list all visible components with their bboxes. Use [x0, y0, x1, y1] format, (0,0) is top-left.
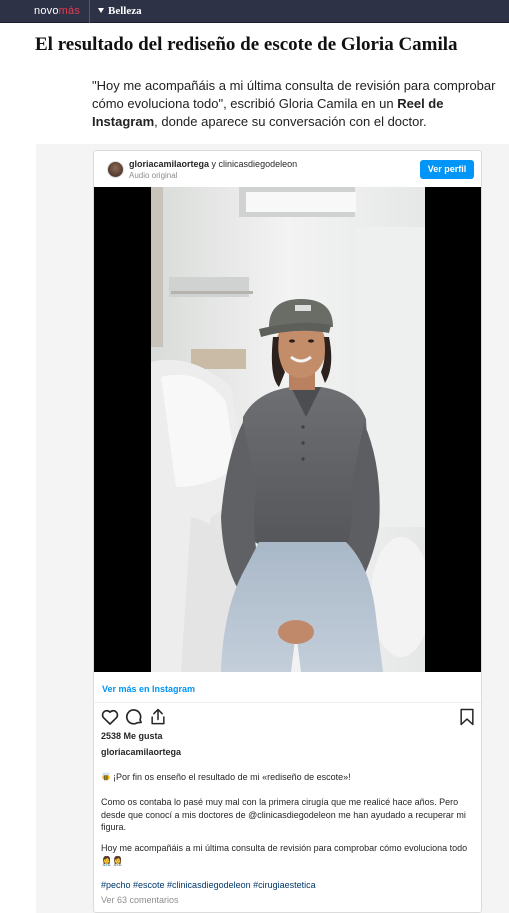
user-link-1[interactable]: gloriacamilaortega	[129, 159, 209, 169]
embed-divider	[94, 702, 481, 703]
section-menu[interactable]: Belleza	[98, 5, 142, 18]
article-intro: "Hoy me acompañáis a mi última consulta …	[92, 77, 502, 131]
article-headline: El resultado del rediseño de escote de G…	[35, 34, 458, 55]
caption-text-1: ¡Por fin os enseño el resultado de mi «r…	[113, 772, 351, 782]
logo-text-novo: novo	[34, 5, 59, 17]
caption-paragraph-2: Como os contaba lo pasé muy mal con la p…	[101, 797, 466, 832]
action-bar	[100, 707, 477, 729]
site-header: novomás Belleza	[0, 0, 509, 23]
bookmark-icon[interactable]	[457, 707, 477, 727]
reel-thumbnail	[151, 187, 425, 672]
caret-down-icon	[98, 8, 104, 13]
reel-video[interactable]	[94, 187, 481, 672]
caption-hashtags[interactable]: #pecho #escote #clinicasdiegodeleon #cir…	[101, 879, 471, 892]
audio-label[interactable]: Audio original	[129, 171, 177, 181]
site-logo[interactable]: novomás	[34, 5, 80, 18]
share-icon[interactable]	[148, 707, 168, 727]
heart-icon[interactable]	[100, 707, 120, 727]
intro-text-2: , donde aparece su conversación con el d…	[154, 114, 427, 129]
avatar[interactable]	[107, 161, 124, 178]
users-and: y	[209, 159, 219, 169]
view-more-instagram-link[interactable]: Ver más en Instagram	[102, 683, 195, 695]
embed-header: gloriacamilaortega y clinicasdiegodeleon…	[94, 151, 481, 188]
instagram-embed: gloriacamilaortega y clinicasdiegodeleon…	[93, 150, 482, 913]
header-divider	[89, 0, 90, 23]
embed-users: gloriacamilaortega y clinicasdiegodeleon	[129, 159, 297, 170]
post-username[interactable]: gloriacamilaortega	[101, 747, 181, 758]
user-link-2[interactable]: clinicasdiegodeleon	[219, 159, 298, 169]
bee-icon	[102, 772, 110, 781]
comment-icon[interactable]	[124, 707, 144, 727]
likes-count[interactable]: 2538 Me gusta	[101, 731, 163, 742]
section-label: Belleza	[108, 5, 142, 17]
logo-text-mas: más	[58, 5, 81, 17]
caption-paragraph-3: Hoy me acompañáis a mi última consulta d…	[101, 843, 468, 866]
view-comments-link[interactable]: Ver 63 comentarios	[101, 895, 179, 906]
caption-line-1: ¡Por fin os enseño el resultado de mi «r…	[101, 771, 471, 784]
view-profile-button[interactable]: Ver perfil	[420, 160, 474, 179]
